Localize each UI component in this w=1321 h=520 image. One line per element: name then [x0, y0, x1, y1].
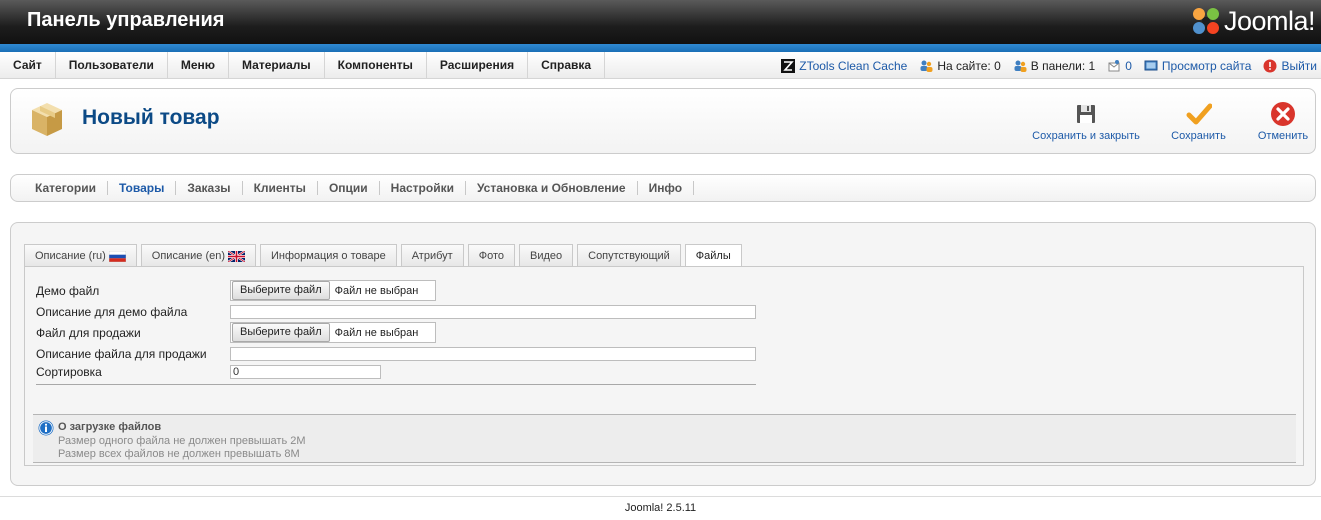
page-title: Новый товар	[82, 106, 220, 129]
logout-label: Выйти	[1281, 58, 1317, 73]
cancel-button[interactable]: Отменить	[1253, 101, 1313, 142]
floppy-disk-icon	[1077, 105, 1095, 123]
view-site-link[interactable]: Просмотр сайта	[1144, 58, 1252, 73]
logout-link[interactable]: Выйти	[1263, 59, 1317, 73]
users-on-site: На сайте: 0	[919, 58, 1001, 73]
submenu-options[interactable]: Опции	[318, 175, 379, 201]
footer-divider	[0, 496, 1321, 497]
component-submenu: Категории Товары Заказы Клиенты Опции На…	[10, 174, 1316, 202]
messages-count: 0	[1125, 58, 1132, 73]
save-button[interactable]: Сохранить	[1166, 101, 1231, 142]
main-menu-bar: Сайт Пользователи Меню Материалы Компоне…	[0, 52, 1321, 79]
header-title: Панель управления	[27, 9, 225, 31]
sale-desc-input[interactable]	[230, 347, 756, 361]
menu-item-users[interactable]: Пользователи	[56, 52, 168, 79]
form-divider	[36, 384, 756, 385]
sale-file-choose-button[interactable]: Выберите файл	[232, 323, 330, 342]
status-bar: ZTools Clean Cache На сайте: 0 В панели:…	[781, 52, 1317, 79]
info-line-all-files: Размер всех файлов не должен превышать 8…	[58, 448, 300, 460]
submenu-orders[interactable]: Заказы	[176, 175, 241, 201]
submenu-separator	[693, 181, 695, 195]
files-tab-content: Демо файл Выберите файл Файл не выбран О…	[24, 266, 1304, 466]
menu-item-help[interactable]: Справка	[528, 52, 606, 79]
tab-description-en[interactable]: Описание (en)	[140, 244, 257, 267]
info-line-single-file: Размер одного файла не должен превышать …	[58, 435, 306, 447]
messages-link[interactable]: 0	[1107, 59, 1132, 73]
uk-flag-icon	[228, 250, 246, 262]
tab-files[interactable]: Файлы	[684, 244, 742, 268]
logout-icon	[1263, 59, 1277, 72]
submenu-products[interactable]: Товары	[108, 175, 175, 201]
footer-version: Joomla! 2.5.11	[624, 502, 697, 514]
cancel-label: Отменить	[1257, 130, 1309, 142]
submenu-info[interactable]: Инфо	[638, 175, 694, 201]
demo-file-input[interactable]: Выберите файл Файл не выбран	[230, 280, 436, 301]
demo-desc-label: Описание для демо файла	[36, 305, 188, 319]
sort-label: Сортировка	[36, 365, 102, 379]
product-box-icon	[32, 103, 62, 136]
users-in-panel: В панели: 1	[1013, 59, 1095, 73]
messages-icon	[1108, 59, 1120, 71]
tab-attribute[interactable]: Атрибут	[400, 244, 464, 267]
admin-users-icon	[1014, 60, 1027, 72]
menu-item-extensions[interactable]: Расширения	[427, 52, 529, 79]
joomla-logo-icon	[1192, 8, 1219, 34]
checkmark-icon	[1186, 103, 1212, 125]
sale-file-status: Файл не выбран	[334, 326, 419, 339]
submenu-install-update[interactable]: Установка и Обновление	[466, 175, 637, 201]
view-site-label: Просмотр сайта	[1161, 58, 1252, 73]
tab-description-ru-label: Описание (ru)	[35, 249, 106, 262]
monitor-icon	[1144, 60, 1158, 70]
product-tabs: Описание (ru) Описание (en) Информация о…	[24, 244, 742, 268]
cancel-x-icon	[1271, 102, 1295, 126]
menu-item-components[interactable]: Компоненты	[325, 52, 427, 79]
russia-flag-icon	[108, 250, 126, 262]
tab-video[interactable]: Видео	[518, 244, 574, 267]
admin-header: Панель управления Joomla!	[0, 0, 1321, 44]
submenu-categories[interactable]: Категории	[24, 175, 107, 201]
joomla-logo: Joomla!	[1190, 4, 1316, 38]
demo-file-status: Файл не выбран	[334, 284, 419, 297]
save-label: Сохранить	[1171, 130, 1226, 142]
main-menu: Сайт Пользователи Меню Материалы Компоне…	[0, 52, 606, 79]
demo-file-choose-button[interactable]: Выберите файл	[232, 281, 330, 300]
ztools-z-icon	[781, 58, 796, 73]
submenu-clients[interactable]: Клиенты	[243, 175, 317, 201]
tab-product-info[interactable]: Информация о товаре	[260, 244, 397, 267]
upload-info-box: О загрузке файлов Размер одного файла не…	[33, 414, 1296, 463]
demo-desc-input[interactable]	[230, 305, 756, 319]
sort-input[interactable]: 0	[230, 365, 381, 379]
sale-desc-label: Описание файла для продажи	[36, 347, 207, 361]
info-title: О загрузке файлов	[58, 421, 162, 433]
sale-file-input[interactable]: Выберите файл Файл не выбран	[230, 322, 436, 343]
tab-description-en-label: Описание (en)	[151, 249, 226, 262]
tab-description-ru[interactable]: Описание (ru)	[24, 244, 137, 267]
info-icon	[38, 420, 54, 436]
clean-cache-label: ZTools Clean Cache	[799, 58, 908, 73]
demo-file-label: Демо файл	[36, 284, 100, 298]
main-panel: Описание (ru) Описание (en) Информация о…	[10, 222, 1316, 486]
header-accent-bar	[0, 44, 1321, 52]
on-site-count: На сайте: 0	[937, 58, 1001, 73]
toolbar-box: Новый товар Сохранить и закрыть Сохранит…	[10, 88, 1316, 154]
clean-cache-link[interactable]: ZTools Clean Cache	[781, 58, 908, 73]
users-icon	[920, 60, 933, 72]
tab-photo[interactable]: Фото	[467, 244, 515, 267]
menu-item-menus[interactable]: Меню	[168, 52, 230, 79]
menu-item-site[interactable]: Сайт	[0, 52, 56, 79]
menu-item-content[interactable]: Материалы	[229, 52, 325, 79]
save-and-close-button[interactable]: Сохранить и закрыть	[1031, 101, 1141, 142]
joomla-wordmark: Joomla!	[1223, 5, 1316, 36]
sale-file-label: Файл для продажи	[36, 326, 141, 340]
tab-related[interactable]: Сопутствующий	[577, 244, 681, 267]
submenu-settings[interactable]: Настройки	[380, 175, 465, 201]
in-panel-count: В панели: 1	[1030, 58, 1096, 73]
save-and-close-label: Сохранить и закрыть	[1032, 130, 1140, 142]
